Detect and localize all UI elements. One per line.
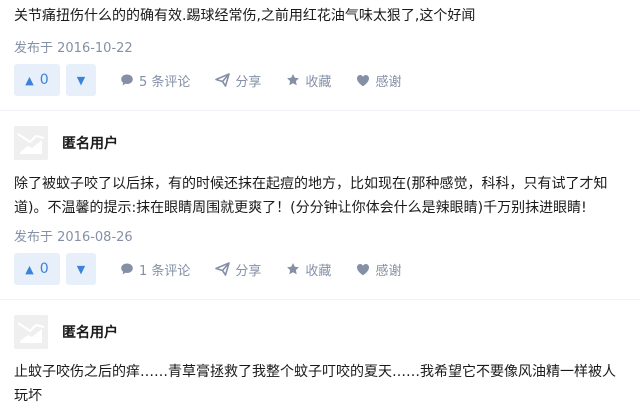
triangle-up-icon: ▲ xyxy=(25,73,34,87)
star-icon xyxy=(287,263,300,275)
share-label: 分享 xyxy=(235,74,262,90)
publish-date[interactable]: 发布于 2016-10-22 xyxy=(14,37,133,56)
answer-author: 匿名用户 xyxy=(14,126,118,160)
heart-icon xyxy=(357,74,370,86)
author-name[interactable]: 匿名用户 xyxy=(62,322,118,342)
answer-text: 止蚊子咬伤之后的痒……青草膏拯救了我整个蚊子叮咬的夏天……我希望它不要像风油精一… xyxy=(14,364,616,404)
thanks-label: 感谢 xyxy=(375,263,402,279)
answer-author: 匿名用户 xyxy=(14,315,118,349)
downvote-button[interactable]: ▼ xyxy=(66,64,96,96)
share-button[interactable]: 分享 xyxy=(215,260,261,279)
thanks-button[interactable]: 感谢 xyxy=(356,71,401,90)
paper-plane-icon xyxy=(215,73,231,87)
anonymous-avatar-icon[interactable] xyxy=(14,126,48,160)
thanks-label: 感谢 xyxy=(375,74,402,90)
heart-icon xyxy=(357,263,370,275)
downvote-button[interactable]: ▼ xyxy=(66,253,96,285)
comment-count: 5 条评论 xyxy=(139,74,191,90)
triangle-up-icon: ▲ xyxy=(25,262,34,276)
upvote-button[interactable]: ▲ 0 xyxy=(14,64,60,96)
comment-button[interactable]: 5 条评论 xyxy=(120,71,190,90)
comment-count: 1 条评论 xyxy=(139,263,191,279)
author-name[interactable]: 匿名用户 xyxy=(62,133,118,153)
upvote-button[interactable]: ▲ 0 xyxy=(14,253,60,285)
divider xyxy=(0,299,640,300)
favorite-button[interactable]: 收藏 xyxy=(286,71,331,90)
answer-text: 除了被蚊子咬了以后抹，有的时候还抹在起痘的地方，比如现在(那种感觉，科科，只有试… xyxy=(14,176,608,216)
anonymous-avatar-icon[interactable] xyxy=(14,315,48,349)
share-button[interactable]: 分享 xyxy=(215,71,261,90)
favorite-button[interactable]: 收藏 xyxy=(286,260,331,279)
paper-plane-icon xyxy=(215,262,231,276)
answer-actions: ▲ 0 ▼ 5 条评论 分享 收藏 感谢 xyxy=(14,64,401,96)
divider xyxy=(0,110,640,111)
comment-button[interactable]: 1 条评论 xyxy=(120,260,190,279)
upvote-count: 0 xyxy=(39,261,49,277)
answer-text: 关节痛扭伤什么的的确有效.踢球经常伤,之前用红花油气味太狠了,这个好闻 xyxy=(14,8,476,24)
publish-date[interactable]: 发布于 2016-08-26 xyxy=(14,226,133,245)
comment-bubble-icon xyxy=(121,74,133,86)
answer-actions: ▲ 0 ▼ 1 条评论 分享 收藏 感谢 xyxy=(14,253,401,285)
triangle-down-icon: ▼ xyxy=(76,262,86,276)
favorite-label: 收藏 xyxy=(305,74,332,90)
thanks-button[interactable]: 感谢 xyxy=(356,260,401,279)
comment-bubble-icon xyxy=(121,263,133,275)
triangle-down-icon: ▼ xyxy=(76,73,86,87)
star-icon xyxy=(287,74,300,86)
share-label: 分享 xyxy=(235,263,262,279)
upvote-count: 0 xyxy=(39,72,49,88)
favorite-label: 收藏 xyxy=(305,263,332,279)
